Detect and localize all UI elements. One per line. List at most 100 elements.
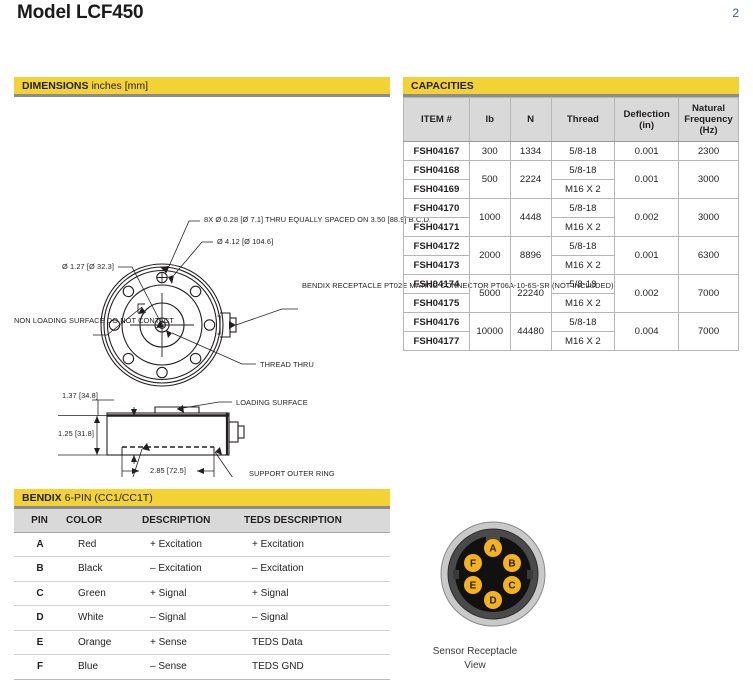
table-row: B Black – Excitation – Excitation — [14, 556, 390, 582]
bendix-banner-subtitle: 6-PIN (CC1/CC1T) — [64, 492, 153, 504]
cell-item-number: FSH04174 — [403, 274, 470, 294]
cell-natural-frequency: 3000 — [678, 198, 739, 237]
cell-natural-frequency: 7000 — [678, 274, 739, 313]
receptacle-diagram: A BC D EF — [440, 521, 546, 627]
capacities-banner-title: CAPACITIES — [411, 80, 474, 92]
column-header-teds-description: TEDS DESCRIPTION — [244, 509, 390, 533]
dimensions-banner-subtitle: inches [mm] — [91, 80, 149, 92]
table-row: D White – Signal – Signal — [14, 605, 390, 631]
table-row: FSH04174 5000 22240 5/8-18 0.002 7000 — [403, 274, 739, 313]
receptacle-pin-label: D — [489, 596, 496, 607]
cell-thread: M16 X 2 — [550, 255, 616, 275]
dimensions-panel: DIMENSIONS inches [mm] 8X Ø 0.28 [Ø 7.1]… — [14, 77, 614, 524]
bendix-banner: BENDIX 6-PIN (CC1/CC1T) — [14, 489, 390, 509]
dimension-drawing: 8X Ø 0.28 [Ø 7.1] THRU EQUALLY SPACED ON… — [14, 97, 614, 524]
column-header-color: COLOR — [66, 509, 142, 533]
receptacle-pin-label: A — [489, 544, 496, 555]
cell-teds-description: TEDS GND — [244, 654, 390, 680]
table-row: F Blue – Sense TEDS GND — [14, 654, 390, 680]
cell-item-number: FSH04175 — [403, 293, 470, 313]
table-row: C Green + Signal + Signal — [14, 581, 390, 606]
cell-teds-description: + Excitation — [244, 532, 390, 557]
page-title: Model LCF450 — [17, 2, 144, 23]
cell-description: – Sense — [142, 654, 244, 680]
cell-thread: 5/8-18 — [550, 141, 616, 161]
receptacle-view: A BC D EF Sensor Receptacle View — [398, 492, 588, 673]
cell-teds-description: TEDS Data — [244, 630, 390, 655]
cell-item-number: FSH04171 — [403, 217, 470, 237]
cell-pin: A — [14, 532, 66, 557]
cell-deflection: 0.001 — [614, 141, 680, 161]
cell-capacity-newton: 4448 — [509, 198, 552, 237]
cell-deflection: 0.001 — [614, 236, 680, 275]
table-row: FSH04167 300 1334 5/8-18 0.001 2300 — [403, 141, 739, 161]
page-number: 2 — [732, 6, 739, 20]
cell-thread: M16 X 2 — [550, 179, 616, 199]
cell-natural-frequency: 6300 — [678, 236, 739, 275]
callout-support-outer-ring: SUPPORT OUTER RING — [249, 469, 335, 478]
callout-non-loading-surface: NON LOADING SURFACE DO NOT CONTACT — [14, 316, 174, 325]
cell-pin: C — [14, 581, 66, 606]
cell-thread: M16 X 2 — [550, 217, 616, 237]
callout-outer-diameter: Ø 4.12 [Ø 104.6] — [217, 237, 274, 246]
cell-deflection: 0.002 — [614, 274, 680, 313]
callout-bolt-pattern: 8X Ø 0.28 [Ø 7.1] THRU EQUALLY SPACED ON… — [204, 215, 432, 224]
cell-description: + Sense — [142, 630, 244, 655]
callout-bore-diameter: Ø 1.27 [Ø 32.3] — [61, 262, 114, 271]
column-header-deflection: Deflection (in) — [614, 97, 680, 142]
cell-item-number: FSH04177 — [403, 331, 470, 351]
table-row: FSH04176 10000 44480 5/8-18 0.004 7000 — [403, 312, 739, 351]
cell-natural-frequency: 3000 — [678, 160, 739, 199]
callout-thread-thru: THREAD THRU — [260, 360, 314, 369]
column-header-thread: Thread — [550, 97, 616, 142]
cell-wire-color: Orange — [66, 630, 142, 655]
cell-capacity-newton: 22240 — [509, 274, 552, 313]
cell-description: + Excitation — [142, 532, 244, 557]
cell-capacity-newton: 1334 — [509, 141, 552, 161]
cell-description: + Signal — [142, 581, 244, 606]
cell-thread: 5/8-18 — [550, 312, 616, 332]
receptacle-pin-label: C — [508, 581, 515, 592]
cell-wire-color: Green — [66, 581, 142, 606]
cell-capacity-lb: 2000 — [468, 236, 511, 275]
dimension-height-top: 1.37 [34.8] — [62, 391, 99, 400]
cell-capacity-lb: 10000 — [468, 312, 511, 351]
table-row: FSH04170 1000 4448 5/8-18 0.002 3000 — [403, 198, 739, 237]
cell-teds-description: – Excitation — [244, 556, 390, 582]
cell-item-number: FSH04172 — [403, 236, 470, 256]
cell-capacity-newton: 44480 — [509, 312, 552, 351]
cell-item-number: FSH04168 — [403, 160, 470, 180]
cell-capacity-lb: 1000 — [468, 198, 511, 237]
callout-bendix-receptacle: BENDIX RECEPTACLE PT02E MATING CONNECTOR… — [302, 281, 614, 290]
cell-item-number: FSH04167 — [403, 141, 470, 161]
dimensions-banner: DIMENSIONS inches [mm] — [14, 77, 390, 97]
table-row: E Orange + Sense TEDS Data — [14, 630, 390, 655]
cell-deflection: 0.004 — [614, 312, 680, 351]
cell-thread: 5/8-18 — [550, 198, 616, 218]
column-header-newton: N — [509, 97, 552, 142]
cell-pin: F — [14, 654, 66, 680]
cell-wire-color: Black — [66, 556, 142, 582]
cell-description: – Signal — [142, 605, 244, 631]
capacities-panel: CAPACITIES ITEM # lb N Thread Deflection… — [403, 77, 739, 351]
cell-teds-description: + Signal — [244, 581, 390, 606]
cell-capacity-newton: 2224 — [509, 160, 552, 199]
column-header-description: DESCRIPTION — [142, 509, 244, 533]
cell-capacity-newton: 8896 — [509, 236, 552, 275]
receptacle-pin-label: B — [508, 559, 515, 570]
dimension-width-inner: 2.85 [72.5] — [149, 466, 187, 475]
cell-item-number: FSH04173 — [403, 255, 470, 275]
column-header-pin: PIN — [14, 509, 66, 533]
column-header-lb: lb — [468, 97, 511, 142]
table-row: FSH04172 2000 8896 5/8-18 0.001 6300 — [403, 236, 739, 275]
cell-item-number: FSH04176 — [403, 312, 470, 332]
cell-thread: 5/8-18 — [550, 236, 616, 256]
cell-capacity-lb: 5000 — [468, 274, 511, 313]
capacities-banner: CAPACITIES — [403, 77, 739, 97]
receptacle-caption: Sensor Receptacle View — [415, 645, 535, 673]
receptacle-pin-label: E — [470, 581, 477, 592]
cell-natural-frequency: 2300 — [678, 141, 739, 161]
cell-deflection: 0.001 — [614, 160, 680, 199]
cell-pin: D — [14, 605, 66, 631]
cell-capacity-lb: 500 — [468, 160, 511, 199]
